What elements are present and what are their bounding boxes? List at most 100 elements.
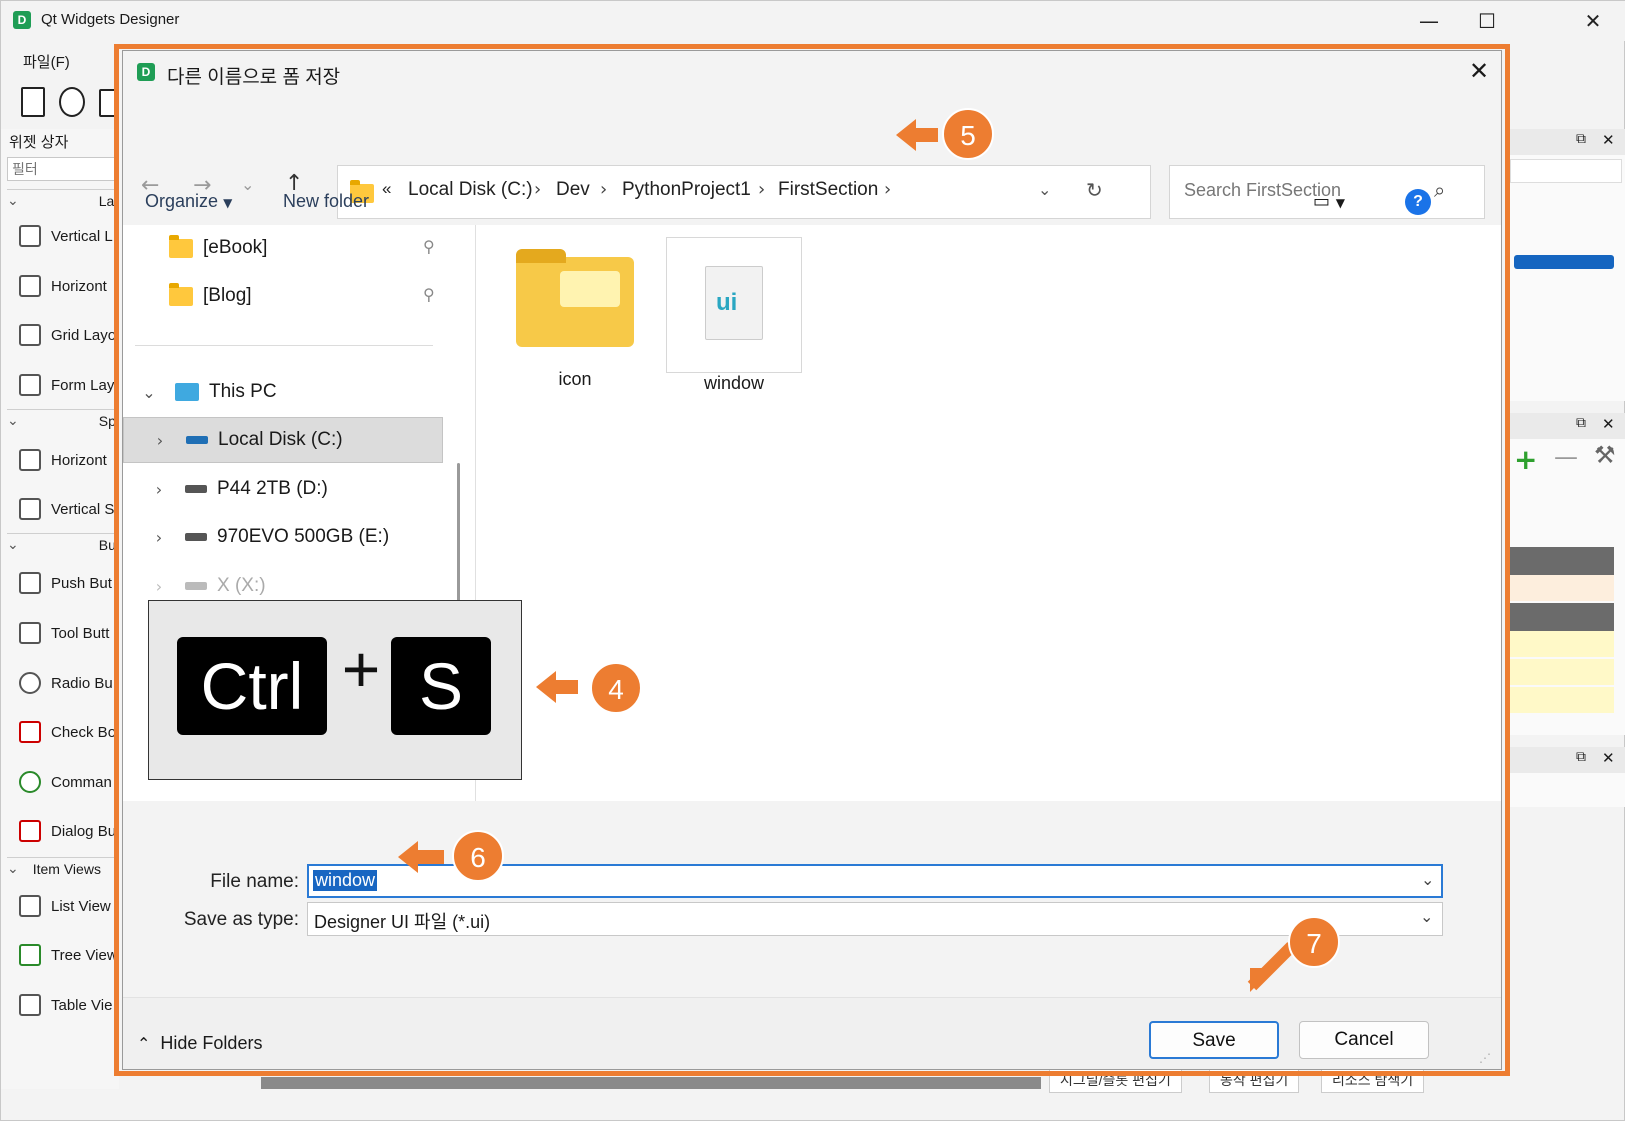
new-folder-button[interactable]: New folder [283,191,369,212]
chevron-up-icon: ⌃ [137,1034,151,1053]
float-icon[interactable]: ⧉ [1576,131,1586,147]
file-item-ui[interactable]: ui [666,237,802,373]
dialog-close-icon[interactable]: ✕ [1469,57,1489,85]
nav-item-ebook[interactable]: [eBook] [169,225,267,271]
organize-menu[interactable]: Organize ▼ [145,191,232,212]
widget-item[interactable]: Table Vie [19,988,119,1022]
widget-item[interactable]: Form Lay [19,368,119,402]
chevron-down-icon[interactable]: ⌄ [1421,870,1434,889]
float-icon[interactable]: ⧉ [1576,415,1586,431]
nav-item-local-disk-c[interactable]: › Local Disk (C:) [123,417,443,463]
widget-item[interactable]: Check Bo [19,715,119,749]
pin-icon[interactable]: ⚲ [423,237,435,256]
horizontal-spacer-icon [19,449,41,471]
pin-icon[interactable]: ⚲ [423,285,435,304]
selected-object-row[interactable] [1514,255,1614,269]
close-icon[interactable]: ✕ [1602,131,1615,149]
category-buttons[interactable]: ⌄ Bu [7,533,117,555]
step6-badge: 6 [452,830,504,882]
plus-sign: + [341,632,381,706]
step6-arrow [398,841,444,873]
save-type-field-label: Save as type: [183,909,299,930]
close-icon[interactable]: ✕ [1573,7,1613,35]
radio-button-icon [19,672,41,694]
ui-file-icon: ui [705,266,763,340]
dock-filter[interactable] [1510,159,1622,183]
category-layouts[interactable]: ⌄ La [7,189,117,211]
add-property-icon[interactable]: + [1514,443,1537,476]
widget-item[interactable]: List View [19,889,119,923]
nav-item-drive-d[interactable]: › P44 2TB (D:) [147,466,328,512]
widget-item[interactable]: Tool Butt [19,616,119,650]
widget-item[interactable]: Horizont [19,443,119,477]
app-title: Qt Widgets Designer [41,11,180,28]
chevron-right-icon[interactable]: › [147,480,171,499]
step7-badge: 7 [1288,916,1340,968]
property-editor-dock: ⧉ ✕ + — ⚒ [1509,413,1625,735]
widget-item[interactable]: Push But [19,566,119,600]
tool-button-icon [19,622,41,644]
maximize-icon[interactable]: ☐ [1467,7,1507,35]
wrench-icon[interactable]: ⚒ [1594,441,1616,469]
horizontal-scrollbar[interactable] [261,1077,1041,1089]
category-spacers[interactable]: ⌄ Sp [7,409,117,431]
cancel-button[interactable]: Cancel [1299,1021,1429,1059]
grid-layout-icon [19,324,41,346]
button-bar [123,997,1501,1069]
new-form-icon[interactable] [21,87,45,117]
category-item-views[interactable]: ⌄ Item Views [7,857,117,879]
table-view-icon [19,994,41,1016]
widget-filter-input[interactable] [7,157,119,181]
nav-item-blog[interactable]: [Blog] [169,273,252,319]
save-type-select[interactable]: Designer UI 파일 (*.ui) ⌄ [307,902,1443,936]
resize-grip-icon[interactable]: ⋰ [1479,1051,1491,1065]
float-icon[interactable]: ⧉ [1576,749,1586,765]
widget-item[interactable]: Radio Bu [19,666,119,700]
tree-view-icon [19,944,41,966]
dialog-command-bar: Organize ▼ New folder ▭ ▼ ? [123,181,1501,225]
remove-property-icon[interactable]: — [1554,443,1578,471]
ctrl-key: Ctrl [177,637,327,735]
folder-icon [169,234,193,258]
file-name-input[interactable]: window [313,870,378,891]
save-button[interactable]: Save [1149,1021,1279,1059]
command-link-icon [19,771,41,793]
widget-box-panel: 위젯 상자 ⌄La Vertical L Horizont Grid Layo … [1,129,119,1089]
chevron-down-icon[interactable]: ⌄ [137,383,161,402]
widget-item[interactable]: Vertical S [19,492,119,526]
step7-arrowhead [1250,968,1298,992]
chevron-right-icon[interactable]: › [147,577,171,596]
widget-item[interactable]: Horizont [19,269,119,303]
dialog-title: 다른 이름으로 폼 저장 [167,67,341,88]
menu-file[interactable]: 파일(F) [23,51,70,72]
close-icon[interactable]: ✕ [1602,749,1615,767]
close-icon[interactable]: ✕ [1602,415,1615,433]
nav-divider [135,345,433,346]
property-row [1510,547,1614,575]
file-item-folder[interactable]: icon [510,237,640,389]
widget-item[interactable]: Vertical L [19,219,119,253]
chevron-down-icon[interactable]: ⌄ [1420,907,1433,926]
widget-item[interactable]: Grid Layo [19,318,119,352]
folder-icon [169,282,193,306]
save-type-value: Designer UI 파일 (*.ui) [314,912,491,932]
check-box-icon [19,721,41,743]
chevron-right-icon[interactable]: › [148,431,172,450]
minimize-icon[interactable]: — [1409,7,1449,35]
chevron-right-icon[interactable]: › [147,528,171,547]
object-inspector-dock: ⧉ ✕ [1509,129,1625,401]
widget-item[interactable]: Comman [19,765,119,799]
view-options-icon[interactable]: ▭ ▼ [1313,191,1345,212]
dock-header: ⧉ ✕ [1510,129,1625,155]
widget-item[interactable]: Tree View [19,938,119,972]
step5-badge: 5 [942,108,994,160]
monitor-icon [175,383,199,401]
nav-item-drive-e[interactable]: › 970EVO 500GB (E:) [147,514,389,560]
widget-item[interactable]: Dialog Bu [19,814,119,848]
property-row [1510,575,1614,601]
open-form-icon[interactable] [59,87,85,117]
hide-folders-toggle[interactable]: ⌃ Hide Folders [137,1033,262,1054]
nav-item-this-pc[interactable]: ⌄ This PC [137,369,276,415]
help-icon[interactable]: ? [1405,189,1431,215]
designer-app-icon: D [137,63,155,81]
